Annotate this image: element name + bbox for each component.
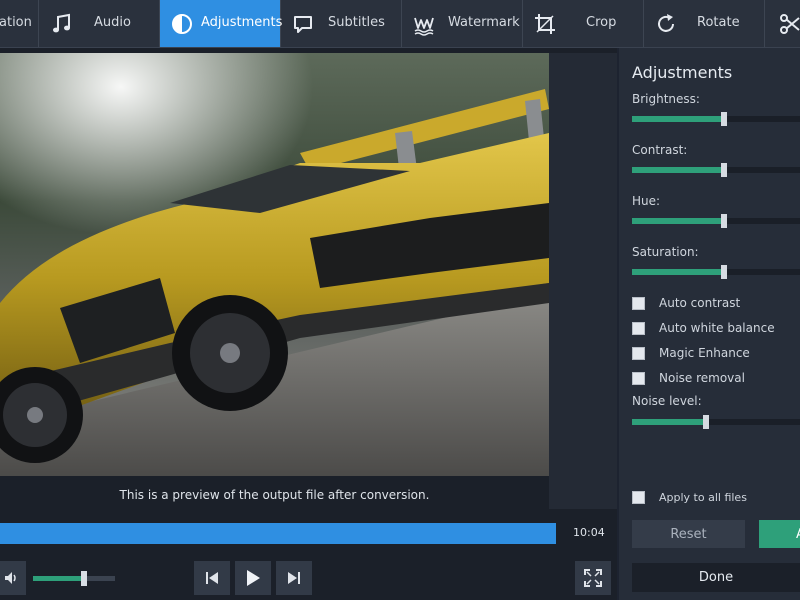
checkbox-label: Noise removal [659,371,745,385]
skip-next-icon [288,572,300,584]
preview-caption: This is a preview of the output file aft… [119,488,430,502]
magic-enhance-checkbox[interactable] [632,346,645,360]
video-preview [0,53,549,476]
noise-level-slider-handle[interactable] [702,415,709,429]
tab-adjustments[interactable]: Adjustments [160,0,283,47]
volume-slider[interactable] [33,571,115,586]
checkbox-label: Auto white balance [659,321,775,335]
tab-crop[interactable]: Crop [523,0,644,47]
hue-slider[interactable] [632,214,800,228]
speaker-icon [5,572,16,584]
tab-stabilization[interactable]: ation [0,0,39,47]
contrast-slider[interactable] [632,163,800,177]
auto-contrast-option[interactable]: Auto contrast [632,296,740,310]
watermark-icon [414,17,434,36]
contrast-slider-handle[interactable] [721,163,728,177]
checkbox-label: Apply to all files [659,491,747,504]
tab-label: ation [0,15,32,30]
previous-button[interactable] [194,561,230,595]
checkbox-label: Auto contrast [659,296,741,310]
saturation-slider-fill [632,269,725,275]
contrast-label: Contrast: [632,143,688,157]
panel-title: Adjustments [632,63,733,82]
scissors-icon [780,14,800,34]
magic-enhance-option[interactable]: Magic Enhance [632,346,750,360]
auto-white-balance-checkbox[interactable] [632,321,645,335]
done-button[interactable]: Done [632,563,800,592]
hue-slider-handle[interactable] [721,214,728,228]
crop-icon [535,14,555,34]
tab-trim[interactable] [765,0,800,47]
music-note-icon [53,13,70,33]
tab-label: Audio [94,15,131,30]
auto-contrast-checkbox[interactable] [632,296,645,310]
brightness-slider-handle[interactable] [721,112,728,126]
volume-slider-handle[interactable] [80,571,87,586]
noise-level-label: Noise level: [632,394,702,408]
fullscreen-icon [584,569,602,587]
tab-label: Rotate [697,15,740,30]
noise-level-slider-fill [632,419,706,425]
noise-removal-checkbox[interactable] [632,371,645,385]
brightness-slider-fill [632,116,725,122]
timeline-progress-bar[interactable] [0,523,556,544]
car-preview-image [0,53,549,476]
editor-toolbar: ation Audio Adjustments Subtitles Waterm… [0,0,800,48]
saturation-label: Saturation: [632,245,699,259]
play-icon [247,570,260,586]
tab-label: Crop [586,15,617,30]
tab-label: Adjustments [201,15,283,30]
checkbox-label: Magic Enhance [659,346,750,360]
preview-side-strip [549,53,617,509]
tab-rotate[interactable]: Rotate [644,0,765,47]
play-button[interactable] [235,561,271,595]
apply-to-all-option[interactable]: Apply to all files [632,491,747,504]
speech-bubble-icon [294,16,312,33]
tab-subtitles[interactable]: Subtitles [281,0,402,47]
next-button[interactable] [276,561,312,595]
auto-white-balance-option[interactable]: Auto white balance [632,321,775,335]
apply-to-all-checkbox[interactable] [632,491,645,504]
saturation-slider-handle[interactable] [721,265,728,279]
apply-button[interactable]: A [759,520,800,548]
saturation-slider[interactable] [632,265,800,279]
noise-level-slider[interactable] [632,415,800,429]
adjustments-icon [172,14,192,34]
volume-slider-fill [33,576,84,581]
rotate-icon [658,14,674,32]
tab-watermark[interactable]: Watermark [402,0,523,47]
tab-label: Subtitles [328,15,385,30]
tab-label: Watermark [448,15,520,30]
tab-audio[interactable]: Audio [39,0,160,47]
skip-previous-icon [206,572,218,584]
noise-removal-option[interactable]: Noise removal [632,371,745,385]
reset-button[interactable]: Reset [632,520,745,548]
brightness-slider[interactable] [632,112,800,126]
brightness-label: Brightness: [632,92,700,106]
time-label: 10:04 [573,526,605,539]
hue-label: Hue: [632,194,661,208]
fullscreen-button[interactable] [575,561,611,595]
hue-slider-fill [632,218,725,224]
contrast-slider-fill [632,167,725,173]
volume-button[interactable] [0,561,26,595]
